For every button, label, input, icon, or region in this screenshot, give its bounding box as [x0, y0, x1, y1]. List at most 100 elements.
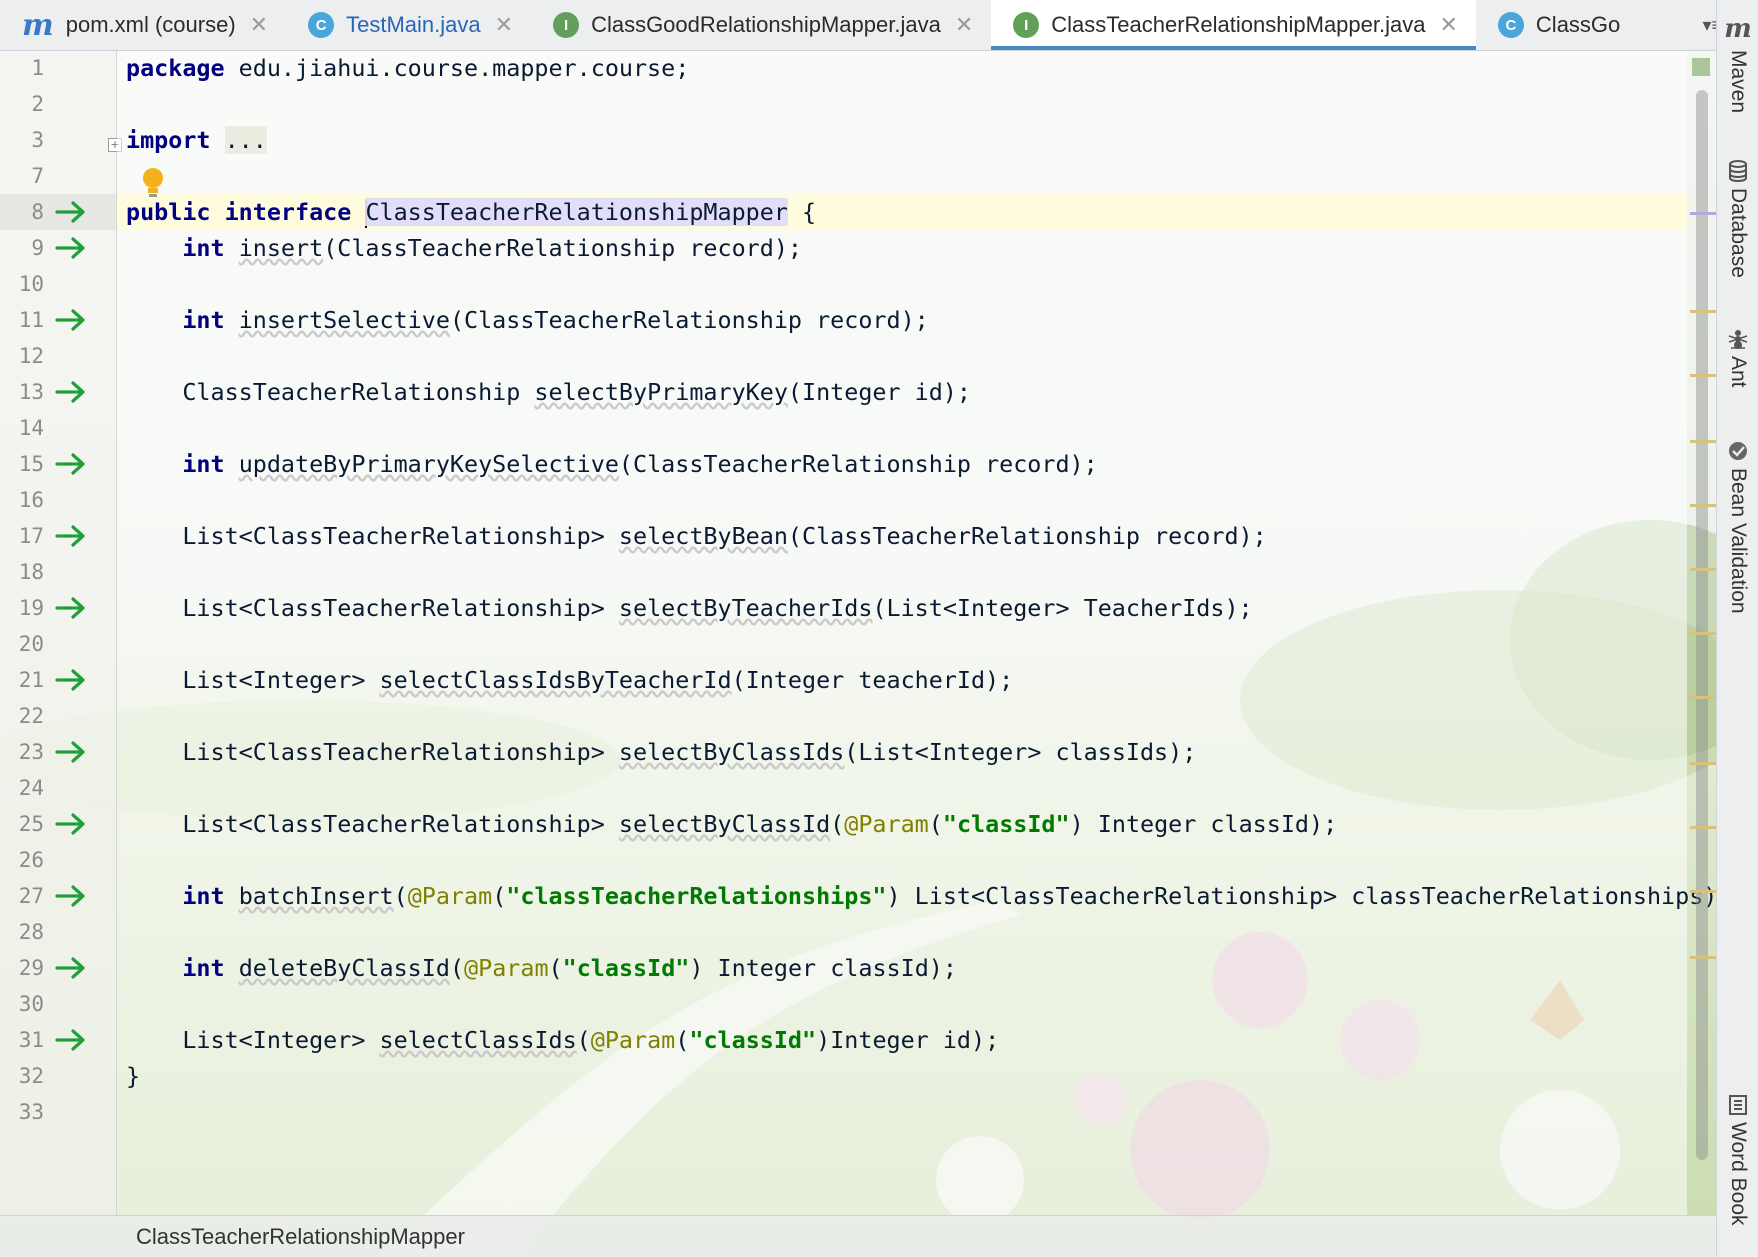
- breadcrumb-item[interactable]: ClassTeacherRelationshipMapper: [136, 1224, 465, 1250]
- error-stripe-marker[interactable]: [1690, 632, 1716, 635]
- error-stripe-marker[interactable]: [1690, 826, 1716, 829]
- method-name[interactable]: batchInsert: [239, 882, 394, 910]
- implementation-arrow-icon[interactable]: [54, 200, 88, 224]
- gutter-row: 27: [0, 878, 116, 914]
- tool-window-maven[interactable]: m Maven: [1717, 14, 1758, 113]
- method-name[interactable]: selectByPrimaryKey: [534, 378, 787, 406]
- method-params: (ClassTeacherRelationship record);: [618, 450, 1098, 478]
- line-number[interactable]: 12: [14, 338, 44, 374]
- line-number[interactable]: 15: [14, 446, 44, 482]
- ant-icon: [1728, 330, 1748, 349]
- method-name[interactable]: deleteByClassId: [239, 954, 450, 982]
- tool-window-word-book[interactable]: Word Book: [1717, 1094, 1758, 1226]
- line-number[interactable]: 11: [14, 302, 44, 338]
- error-stripe-marker[interactable]: [1690, 890, 1716, 893]
- method-params: (List<Integer> TeacherIds);: [872, 594, 1253, 622]
- tool-window-ant[interactable]: Ant: [1717, 328, 1758, 388]
- editor-gutter[interactable]: + 1 2 3 7 8 9 10 11 12 13 14 15 16 17 18 19 20 21 22 23 24 25…: [0, 50, 122, 1215]
- line-number[interactable]: 1: [14, 50, 44, 86]
- error-stripe-marker[interactable]: [1690, 568, 1716, 571]
- line-number[interactable]: 28: [14, 914, 44, 950]
- line-number[interactable]: 7: [14, 158, 44, 194]
- implementation-arrow-icon[interactable]: [54, 596, 88, 620]
- error-stripe-marker[interactable]: [1690, 696, 1716, 699]
- implementation-arrow-icon[interactable]: [54, 740, 88, 764]
- line-number[interactable]: 19: [14, 590, 44, 626]
- line-number[interactable]: 24: [14, 770, 44, 806]
- line-number[interactable]: 31: [14, 1022, 44, 1058]
- close-icon[interactable]: ✕: [955, 12, 973, 38]
- tool-window-database[interactable]: Database: [1717, 160, 1758, 278]
- line-number[interactable]: 29: [14, 950, 44, 986]
- line-number[interactable]: 26: [14, 842, 44, 878]
- tool-window-bean-validation[interactable]: Bean Validation: [1717, 440, 1758, 614]
- code-editor[interactable]: package edu.jiahui.course.mapper.course;…: [117, 50, 1731, 1215]
- tab-classgo[interactable]: C ClassGo: [1476, 0, 1638, 50]
- keyword: interface: [224, 198, 352, 226]
- error-stripe-marker[interactable]: [1690, 956, 1716, 959]
- implementation-arrow-icon[interactable]: [54, 812, 88, 836]
- editor-scrollbar[interactable]: [1690, 50, 1716, 1215]
- close-icon[interactable]: ✕: [495, 12, 513, 38]
- method-name[interactable]: updateByPrimaryKeySelective: [239, 450, 619, 478]
- line-number[interactable]: 8: [14, 194, 44, 230]
- error-stripe-marker[interactable]: [1690, 310, 1716, 313]
- error-stripe-marker[interactable]: [1690, 762, 1716, 765]
- keyword: int: [182, 306, 225, 334]
- tab-classteacherrelationshipmapper-java[interactable]: I ClassTeacherRelationshipMapper.java ✕: [991, 0, 1476, 50]
- implementation-arrow-icon[interactable]: [54, 884, 88, 908]
- method-name[interactable]: selectByBean: [619, 522, 788, 550]
- method-name[interactable]: selectClassIds: [380, 1026, 577, 1054]
- implementation-arrow-icon[interactable]: [54, 1028, 88, 1052]
- line-number[interactable]: 32: [14, 1058, 44, 1094]
- implementation-arrow-icon[interactable]: [54, 236, 88, 260]
- line-number[interactable]: 30: [14, 986, 44, 1022]
- line-number[interactable]: 20: [14, 626, 44, 662]
- line-number[interactable]: 22: [14, 698, 44, 734]
- tab-classgoodrelationshipmapper-java[interactable]: I ClassGoodRelationshipMapper.java ✕: [531, 0, 991, 50]
- line-number[interactable]: 16: [14, 482, 44, 518]
- error-stripe-marker[interactable]: [1690, 212, 1716, 215]
- line-number[interactable]: 25: [14, 806, 44, 842]
- method-name[interactable]: insert: [239, 234, 324, 262]
- folded-imports[interactable]: ...: [224, 126, 267, 154]
- line-number[interactable]: 9: [14, 230, 44, 266]
- line-number[interactable]: 13: [14, 374, 44, 410]
- line-number[interactable]: 23: [14, 734, 44, 770]
- implementation-arrow-icon[interactable]: [54, 956, 88, 980]
- line-number[interactable]: 27: [14, 878, 44, 914]
- tab-testmain-java[interactable]: C TestMain.java ✕: [286, 0, 531, 50]
- line-number[interactable]: 33: [14, 1094, 44, 1130]
- intention-bulb-icon[interactable]: [140, 166, 166, 200]
- tab-label: ClassGoodRelationshipMapper.java: [591, 12, 941, 37]
- implementation-arrow-icon[interactable]: [54, 668, 88, 692]
- line-number[interactable]: 10: [14, 266, 44, 302]
- gutter-row: 15: [0, 446, 116, 482]
- line-number[interactable]: 14: [14, 410, 44, 446]
- scrollbar-thumb[interactable]: [1696, 90, 1708, 1160]
- method-name[interactable]: selectByClassId: [619, 810, 830, 838]
- error-stripe-marker[interactable]: [1690, 374, 1716, 377]
- line-number[interactable]: 3: [14, 122, 44, 158]
- line-number[interactable]: 18: [14, 554, 44, 590]
- implementation-arrow-icon[interactable]: [54, 524, 88, 548]
- implementation-arrow-icon[interactable]: [54, 452, 88, 476]
- gutter-row: 19: [0, 590, 116, 626]
- error-stripe-marker[interactable]: [1690, 440, 1716, 443]
- implementation-arrow-icon[interactable]: [54, 380, 88, 404]
- implementation-arrow-icon[interactable]: [54, 308, 88, 332]
- tab-pom-xml[interactable]: m pom.xml (course) ✕: [0, 0, 286, 50]
- method-name[interactable]: selectClassIdsByTeacherId: [380, 666, 732, 694]
- method-name[interactable]: selectByClassIds: [619, 738, 844, 766]
- method-name[interactable]: insertSelective: [239, 306, 450, 334]
- line-number[interactable]: 2: [14, 86, 44, 122]
- annotation: @Param: [407, 882, 493, 910]
- close-icon[interactable]: ✕: [250, 12, 268, 38]
- error-stripe-marker[interactable]: [1690, 504, 1716, 507]
- interface-name[interactable]: ClassTeacherRelationshipMapper: [365, 198, 788, 226]
- inspection-status-icon[interactable]: [1692, 58, 1710, 76]
- line-number[interactable]: 17: [14, 518, 44, 554]
- line-number[interactable]: 21: [14, 662, 44, 698]
- method-name[interactable]: selectByTeacherIds: [619, 594, 872, 622]
- close-icon[interactable]: ✕: [1439, 12, 1457, 38]
